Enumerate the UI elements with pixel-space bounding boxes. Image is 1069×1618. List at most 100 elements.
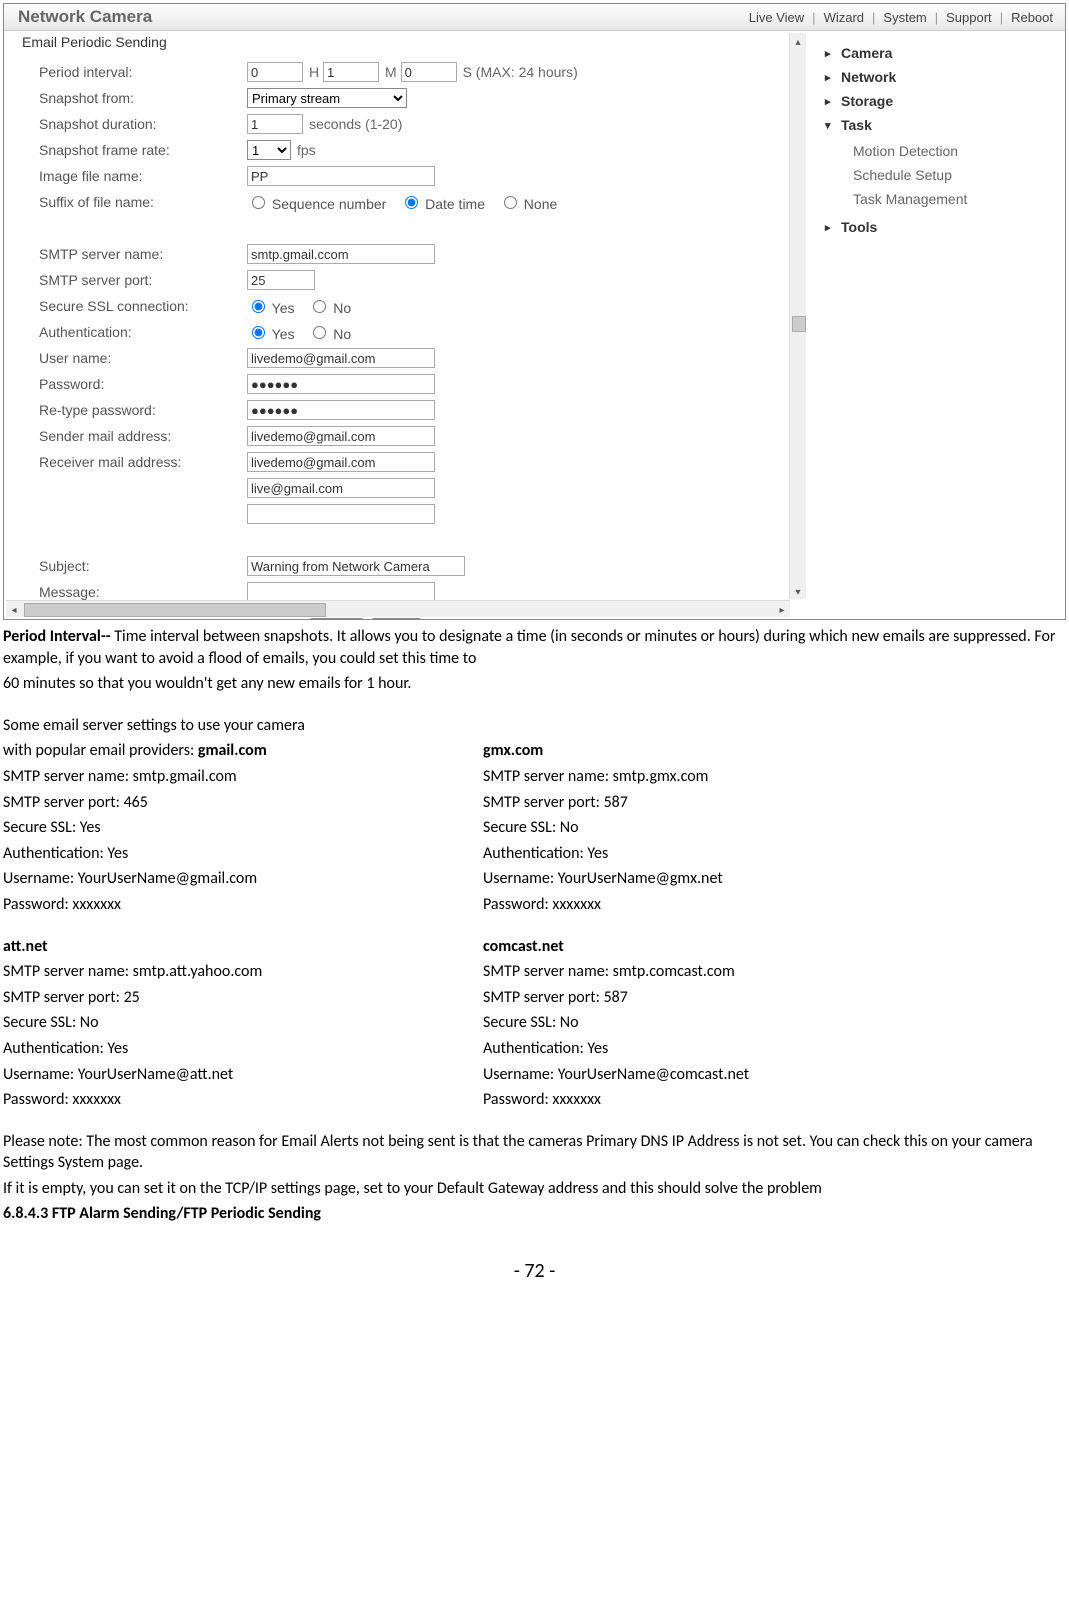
gmail-title-inline: gmail.com [198, 741, 267, 760]
note-1: Please note: The most common reason for … [3, 1131, 1063, 1174]
input-subject[interactable] [247, 556, 465, 576]
sidebar-sub-task-mgmt[interactable]: Task Management [853, 187, 1065, 211]
label-suffix: Suffix of file name: [39, 194, 247, 210]
nav-live-view[interactable]: Live View [749, 10, 804, 25]
label-snapshot-duration: Snapshot duration: [39, 116, 247, 132]
input-receiver-2[interactable] [247, 478, 435, 498]
att-row: Authentication: Yes [3, 1038, 483, 1060]
label-user-name: User name: [39, 350, 247, 366]
sidebar-item-task[interactable]: ▾Task [825, 113, 1065, 137]
label-subject: Subject: [39, 558, 247, 574]
radio-suffix-date[interactable]: Date time [400, 196, 485, 212]
input-period-m[interactable] [323, 62, 379, 82]
comcast-row: Secure SSL: No [483, 1012, 1063, 1034]
label-smtp-server-name: SMTP server name: [39, 246, 247, 262]
scroll-left-icon[interactable]: ◂ [6, 601, 22, 617]
radio-suffix-none[interactable]: None [499, 196, 557, 212]
sidebar-sub-schedule[interactable]: Schedule Setup [853, 163, 1065, 187]
comcast-row: Username: YourUserName@comcast.net [483, 1064, 1063, 1086]
radio-auth-no[interactable]: No [308, 326, 351, 342]
sidebar-item-camera[interactable]: ▸Camera [825, 41, 1065, 65]
period-interval-text: Time interval between snapshots. It allo… [3, 627, 1056, 668]
chevron-right-icon: ▸ [825, 71, 841, 84]
input-retype-password[interactable] [247, 400, 435, 420]
radio-ssl-yes[interactable]: Yes [247, 300, 294, 316]
sidebar-sub-motion[interactable]: Motion Detection [853, 139, 1065, 163]
chevron-right-icon: ▸ [825, 47, 841, 60]
label-password: Password: [39, 376, 247, 392]
right-sidebar: ▸Camera ▸Network ▸Storage ▾Task Motion D… [808, 31, 1065, 619]
input-receiver-1[interactable] [247, 452, 435, 472]
sidebar-item-tools[interactable]: ▸Tools [825, 215, 1065, 239]
nav-links: Live View| Wizard| System| Support| Rebo… [749, 10, 1065, 25]
label-authentication: Authentication: [39, 324, 247, 340]
nav-system[interactable]: System [883, 10, 926, 25]
input-sender-mail[interactable] [247, 426, 435, 446]
scroll-up-icon[interactable]: ▴ [790, 33, 806, 49]
scroll-right-icon[interactable]: ▸ [774, 601, 790, 617]
camera-ui-screenshot: Network Camera Live View| Wizard| System… [3, 3, 1066, 620]
label-image-file-name: Image file name: [39, 168, 247, 184]
input-smtp-server-port[interactable] [247, 270, 315, 290]
chevron-right-icon: ▸ [825, 95, 841, 108]
label-fps: fps [297, 142, 316, 158]
att-row: Secure SSL: No [3, 1012, 483, 1034]
document-body: Period Interval-- Time interval between … [0, 626, 1069, 1225]
nav-reboot[interactable]: Reboot [1011, 10, 1053, 25]
comcast-row: SMTP server port: 587 [483, 987, 1063, 1009]
scroll-thumb[interactable] [792, 316, 806, 332]
input-period-h[interactable] [247, 62, 303, 82]
input-smtp-server-name[interactable] [247, 244, 435, 264]
label-smtp-server-port: SMTP server port: [39, 272, 247, 288]
label-period-interval: Period interval: [39, 64, 247, 80]
comcast-row: SMTP server name: smtp.comcast.com [483, 961, 1063, 983]
comcast-row: Authentication: Yes [483, 1038, 1063, 1060]
input-period-s[interactable] [401, 62, 457, 82]
hscroll-thumb[interactable] [24, 603, 326, 617]
radio-ssl-no[interactable]: No [308, 300, 351, 316]
brand-title: Network Camera [4, 7, 749, 27]
input-image-file-name[interactable] [247, 166, 435, 186]
gmx-title: gmx.com [483, 740, 1063, 762]
att-row: SMTP server port: 25 [3, 987, 483, 1009]
comcast-title: comcast.net [483, 936, 1063, 958]
gmail-row: SMTP server name: smtp.gmail.com [3, 766, 483, 788]
label-sender-mail: Sender mail address: [39, 428, 247, 444]
label-retype-password: Re-type password: [39, 402, 247, 418]
chevron-right-icon: ▸ [825, 221, 841, 234]
sidebar-item-network[interactable]: ▸Network [825, 65, 1065, 89]
label-secure-ssl: Secure SSL connection: [39, 298, 247, 314]
nav-wizard[interactable]: Wizard [824, 10, 864, 25]
back-button[interactable]: Back [371, 618, 422, 619]
vertical-scrollbar[interactable]: ▴ ▾ [789, 33, 806, 599]
comcast-row: Password: xxxxxxx [483, 1089, 1063, 1111]
radio-suffix-seq[interactable]: Sequence number [247, 196, 386, 212]
input-password[interactable] [247, 374, 435, 394]
period-interval-text-2: 60 minutes so that you wouldn't get any … [3, 673, 1063, 695]
input-user-name[interactable] [247, 348, 435, 368]
select-frame-rate[interactable]: 1 [247, 140, 291, 160]
radio-auth-yes[interactable]: Yes [247, 326, 294, 342]
gmx-row: Authentication: Yes [483, 843, 1063, 865]
sidebar-item-storage[interactable]: ▸Storage [825, 89, 1065, 113]
gmx-row: SMTP server name: smtp.gmx.com [483, 766, 1063, 788]
settings-panel: Email Periodic Sending Period interval: … [4, 31, 808, 619]
gmx-row: Username: YourUserName@gmx.net [483, 868, 1063, 890]
select-snapshot-from[interactable]: Primary stream [247, 88, 407, 108]
input-snapshot-duration[interactable] [247, 114, 303, 134]
nav-support[interactable]: Support [946, 10, 992, 25]
label-snapshot-frame-rate: Snapshot frame rate: [39, 142, 247, 158]
att-title: att.net [3, 936, 483, 958]
input-message[interactable] [247, 582, 435, 602]
scroll-down-icon[interactable]: ▾ [790, 583, 806, 599]
label-h: H [309, 64, 319, 80]
label-s: S (MAX: 24 hours) [463, 64, 578, 80]
label-m: M [385, 64, 397, 80]
horizontal-scrollbar[interactable]: ◂ ▸ [6, 600, 790, 617]
gmail-row: Secure SSL: Yes [3, 817, 483, 839]
label-receiver-mail: Receiver mail address: [39, 454, 247, 470]
att-row: SMTP server name: smtp.att.yahoo.com [3, 961, 483, 983]
gmail-row: SMTP server port: 465 [3, 792, 483, 814]
apply-button[interactable]: Apply [309, 618, 364, 619]
input-receiver-3[interactable] [247, 504, 435, 524]
